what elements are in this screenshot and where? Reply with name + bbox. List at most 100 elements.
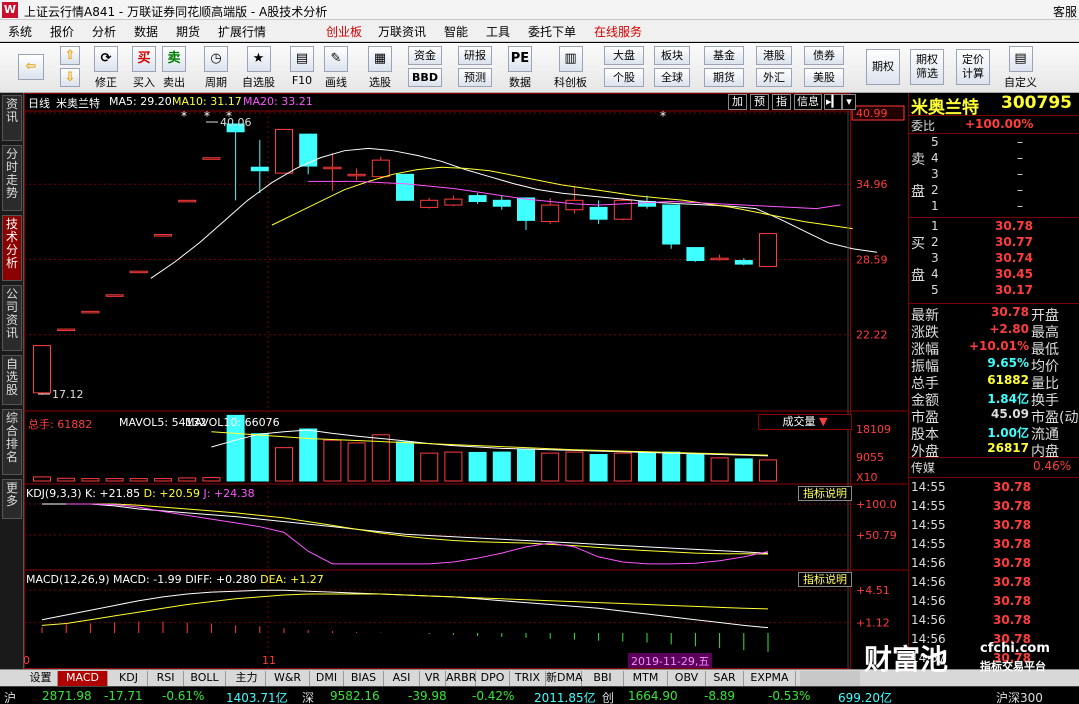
left-tab-0[interactable]: 资讯 <box>2 95 22 141</box>
toolbar-small-button-0[interactable]: 资金 <box>408 46 442 65</box>
indicator-tab-kdj[interactable]: KDJ <box>110 671 148 686</box>
indicator-tab-vr[interactable]: VR <box>420 671 446 686</box>
toolbar-small-button-9[interactable]: 期货 <box>704 68 744 87</box>
toolbar-small-button-1[interactable]: BBD <box>408 68 442 87</box>
macd-indicator-help-button[interactable]: 指标说明 <box>798 572 852 587</box>
toolbar-small-button-11[interactable]: 外汇 <box>756 68 792 87</box>
indicator-tab-dmi[interactable]: DMI <box>310 671 344 686</box>
menu-item-1[interactable]: 报价 <box>50 23 74 40</box>
down-button[interactable]: ⇩ <box>60 68 80 89</box>
indicator-tab-trix[interactable]: TRIX <box>510 671 546 686</box>
menu-item-4[interactable]: 期货 <box>176 23 200 40</box>
left-tab-2[interactable]: 技术分析 <box>2 215 22 281</box>
left-tab-label: 公司资讯 <box>5 287 18 340</box>
menu-item-7[interactable]: 万联资讯 <box>378 23 426 40</box>
sell-price: – <box>1017 135 1023 149</box>
menu-item-9[interactable]: 工具 <box>486 23 510 40</box>
volume-bar <box>662 451 681 482</box>
candle-body <box>589 206 608 220</box>
menu-item-10[interactable]: 委托下单 <box>528 23 576 40</box>
sell-price: – <box>1017 183 1023 197</box>
info-button[interactable]: 信息 <box>794 94 822 110</box>
indicator-tab-mtm[interactable]: MTM <box>624 671 668 686</box>
add-button[interactable]: 加 <box>728 94 747 110</box>
toolbar-button-label: 周期 <box>205 76 227 89</box>
sell-price: – <box>1017 167 1023 181</box>
toolbar-small-button-8[interactable]: 基金 <box>704 46 744 65</box>
indicator-tab-[interactable]: 主力 <box>228 671 266 686</box>
toolbar-small-button-4[interactable]: 大盘 <box>604 46 644 65</box>
back-button[interactable]: ⇦ <box>18 54 44 82</box>
F10-toolbar-button[interactable]: ▤ F10 <box>290 46 314 87</box>
卖出-toolbar-button[interactable]: 卖卖出 <box>162 46 186 90</box>
indicator-tab-rsi[interactable]: RSI <box>148 671 184 686</box>
status-item-12: -8.89 <box>704 689 736 703</box>
期权-toolbar-button[interactable]: 期权 <box>866 49 900 85</box>
修正-toolbar-button[interactable]: ⟳ 修正 <box>94 46 118 90</box>
forecast-button[interactable]: 预 <box>750 94 769 110</box>
left-tab-label: 更多 <box>5 481 18 508</box>
indicator-tab-bbi[interactable]: BBI <box>582 671 624 686</box>
indicator-tab-dma[interactable]: 新DMA <box>546 671 583 686</box>
自选股-toolbar-button[interactable]: ★ 自选股 <box>242 46 275 90</box>
menu-item-11[interactable]: 在线服务 <box>594 23 642 40</box>
数据-toolbar-button[interactable]: PE 数据 <box>508 46 532 90</box>
indicator-tab-sar[interactable]: SAR <box>706 671 744 686</box>
menu-item-6[interactable]: 创业板 <box>326 23 362 40</box>
customer-service-link[interactable]: 客服 <box>1053 3 1077 20</box>
kdj-indicator-help-button[interactable]: 指标说明 <box>798 486 852 501</box>
stat-value: 45.09 <box>991 407 1029 421</box>
candle-body <box>323 166 342 170</box>
toolbar-button-label: 定价计算 <box>956 49 990 85</box>
menu-item-5[interactable]: 扩展行情 <box>218 23 266 40</box>
期权筛选-toolbar-button[interactable]: 期权筛选 <box>910 49 944 85</box>
event-star-icon: * <box>181 109 187 123</box>
toolbar-small-button-7[interactable]: 全球 <box>654 68 690 87</box>
dropdown-icon[interactable]: ▾ <box>842 94 856 110</box>
menu-item-3[interactable]: 数据 <box>134 23 158 40</box>
indicator-tab-obv[interactable]: OBV <box>668 671 706 686</box>
toolbar-small-button-5[interactable]: 个股 <box>604 68 644 87</box>
left-tab-6[interactable]: 更多 <box>2 479 22 519</box>
indicator-tab-wr[interactable]: W&R <box>266 671 310 686</box>
sector-name[interactable]: 传媒 <box>911 459 935 476</box>
画线-toolbar-button[interactable]: ✎ 画线 <box>324 46 348 90</box>
left-tab-1[interactable]: 分时走势 <box>2 145 22 211</box>
volume-select[interactable]: 成交量 ▼ <box>758 414 852 430</box>
left-tab-3[interactable]: 公司资讯 <box>2 285 22 351</box>
toolbar-small-button-2[interactable]: 研报 <box>458 46 492 65</box>
toolbar-button-label: 修正 <box>95 76 117 89</box>
volume-bar <box>105 478 124 482</box>
定价计算-toolbar-button[interactable]: 定价计算 <box>956 49 990 85</box>
周期-toolbar-button[interactable]: ◷ 周期 <box>204 46 228 90</box>
menu-item-0[interactable]: 系统 <box>8 23 32 40</box>
indicator-tab-asi[interactable]: ASI <box>384 671 420 686</box>
left-tab-5[interactable]: 综合排名 <box>2 409 22 475</box>
indicator-tab-boll[interactable]: BOLL <box>184 671 226 686</box>
indicator-tab-expma[interactable]: EXPMA <box>744 671 796 686</box>
up-button[interactable]: ⇧ <box>60 46 80 67</box>
indicator-tab-[interactable]: 设置 <box>24 671 58 686</box>
toolbar-small-button-12[interactable]: 债券 <box>804 46 844 65</box>
自定义-toolbar-button[interactable]: ▤ 自定义 <box>1004 46 1037 90</box>
left-tab-4[interactable]: 自选股 <box>2 355 22 405</box>
volume-bar <box>589 453 608 482</box>
toolbar-small-button-10[interactable]: 港股 <box>756 46 792 65</box>
price-axis-label: 34.96 <box>856 178 888 191</box>
科创板-toolbar-button[interactable]: ▥ 科创板 <box>554 46 587 90</box>
indicator-tab-bias[interactable]: BIAS <box>344 671 384 686</box>
indicator-tab-dpo[interactable]: DPO <box>476 671 510 686</box>
scrollbar[interactable] <box>800 671 860 686</box>
menu-item-8[interactable]: 智能 <box>444 23 468 40</box>
toolbar-button-label: 选股 <box>369 76 391 89</box>
toolbar-small-button-13[interactable]: 美股 <box>804 68 844 87</box>
indicator-tab-macd[interactable]: MACD <box>58 671 108 686</box>
play-icon[interactable]: ▸▎ <box>824 94 842 110</box>
indicator-tab-arbr[interactable]: ARBR <box>446 671 476 686</box>
买入-toolbar-button[interactable]: 买买入 <box>132 46 156 90</box>
toolbar-small-button-6[interactable]: 板块 <box>654 46 690 65</box>
toolbar-small-button-3[interactable]: 预测 <box>458 68 492 87</box>
index-button[interactable]: 指 <box>772 94 791 110</box>
选股-toolbar-button[interactable]: ▦ 选股 <box>368 46 392 90</box>
menu-item-2[interactable]: 分析 <box>92 23 116 40</box>
